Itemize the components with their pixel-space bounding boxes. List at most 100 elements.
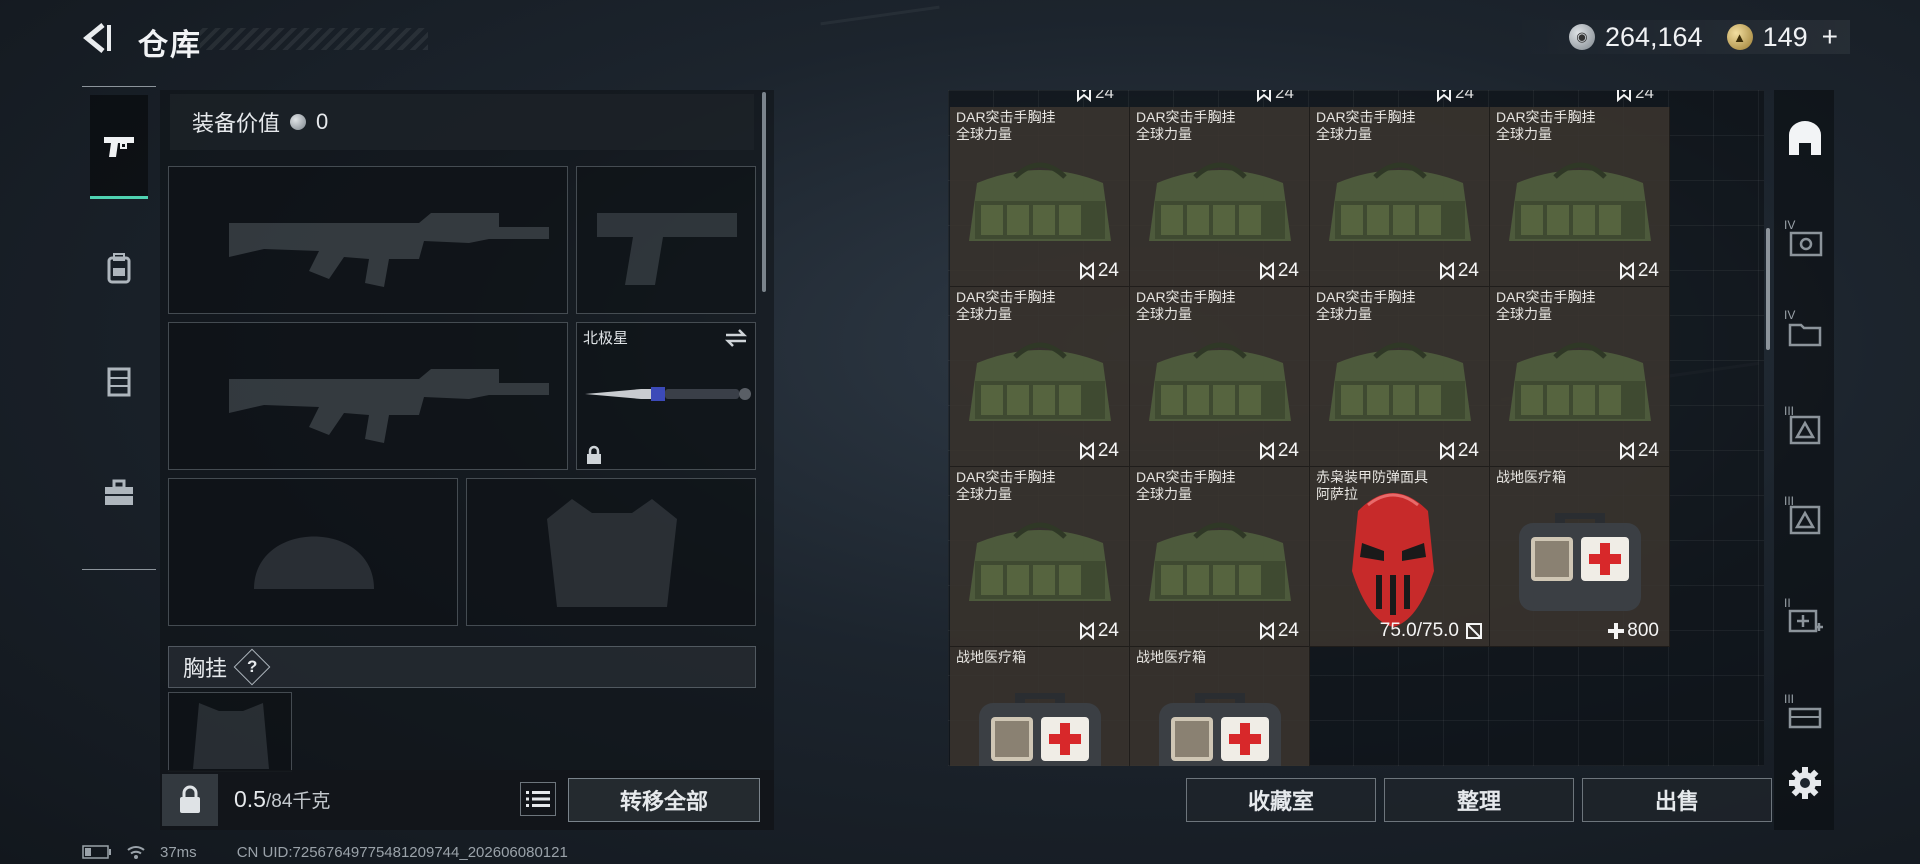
count-value: 24 xyxy=(1635,90,1654,102)
stash-item-bag[interactable]: DAR突击手胸挂 全球力量 24 xyxy=(1130,467,1310,647)
chest-rig-slot[interactable] xyxy=(168,692,292,772)
tab-armor[interactable] xyxy=(90,329,148,433)
sidearm-slot[interactable] xyxy=(576,166,756,314)
item-count: 24 xyxy=(1439,440,1479,462)
item-name: DAR突击手胸挂 全球力量 xyxy=(956,289,1056,322)
help-icon: ? xyxy=(246,656,258,676)
item-count: 24 xyxy=(1439,260,1479,282)
item-name: DAR突击手胸挂 全球力量 xyxy=(1316,109,1416,142)
helmet-slot[interactable] xyxy=(168,478,458,626)
collection-room-button[interactable]: 收藏室 xyxy=(1186,778,1376,822)
stack-count-icon xyxy=(1439,262,1454,280)
stash-item-medkit[interactable]: 战地医疗箱 800 xyxy=(1490,467,1670,647)
stack-count-icon xyxy=(1619,262,1634,280)
rifle-silhouette-icon xyxy=(229,369,549,443)
item-name: DAR突击手胸挂 全球力量 xyxy=(1136,469,1236,502)
melee-item-name: 北极星 xyxy=(583,330,629,347)
chest-rig-section-header: 胸挂 ? xyxy=(168,646,756,688)
add-currency-button[interactable]: + xyxy=(1822,21,1838,53)
tab-backpack[interactable] xyxy=(90,217,148,321)
stash-item-medkit[interactable]: 战地医疗箱 xyxy=(1130,647,1310,766)
plus-icon xyxy=(1608,623,1625,639)
right-rail: IV IV III III II III xyxy=(1774,90,1834,830)
duffel-bag-icon xyxy=(969,342,1111,421)
stack-count-icon xyxy=(1079,622,1094,640)
stash-item-mask[interactable]: 赤枭装甲防弹面具 阿萨拉 75.0/75.0 xyxy=(1310,467,1490,647)
stash-item-bag[interactable]: DAR突击手胸挂 全球力量 24 xyxy=(1310,287,1490,467)
top-bar: 仓库 ◉ 264,164 ▲ 149 + xyxy=(0,0,1920,80)
chest-rig-icon xyxy=(107,367,131,397)
item-name: 战地医疗箱 xyxy=(1136,649,1206,665)
melee-slot[interactable]: 北极星 xyxy=(576,322,756,470)
stack-count-icon xyxy=(1259,442,1274,460)
help-button[interactable]: ? xyxy=(233,648,271,686)
duffel-bag-icon xyxy=(1329,162,1471,241)
silver-coin-icon xyxy=(290,114,307,130)
stash-home-button[interactable] xyxy=(1784,118,1826,160)
duffel-bag-icon xyxy=(1149,162,1291,241)
settings-button[interactable] xyxy=(1784,762,1826,804)
stash-item-bag[interactable]: DAR突击手胸挂 全球力量 24 xyxy=(1130,107,1310,287)
body-armor-slot[interactable] xyxy=(466,478,756,626)
stash-item-bag[interactable]: DAR突击手胸挂 全球力量 24 xyxy=(1130,287,1310,467)
equipment-value-label: 装备价值 xyxy=(192,111,281,136)
item-name: DAR突击手胸挂 全球力量 xyxy=(956,109,1056,142)
tier-label: IV xyxy=(1784,308,1796,322)
equipment-value-row: 装备价值 0 xyxy=(170,94,754,150)
knife-icon xyxy=(585,387,751,401)
stash-item-medkit[interactable]: 战地医疗箱 xyxy=(950,647,1130,766)
item-count: 24 xyxy=(1079,620,1119,642)
warehouse-icon xyxy=(1789,121,1821,155)
stack-count-icon xyxy=(1617,90,1631,102)
helmet-silhouette-icon xyxy=(254,536,374,589)
stack-count-icon xyxy=(1259,622,1274,640)
backpack-icon xyxy=(107,253,131,284)
rifle-silhouette-icon xyxy=(229,213,549,287)
stash-item-bag[interactable]: DAR突击手胸挂 全球力量 24 xyxy=(1490,287,1670,467)
capacity-lock-button[interactable] xyxy=(162,774,218,826)
tab-toolbox[interactable] xyxy=(90,441,148,545)
count-value: 24 xyxy=(1095,90,1114,102)
item-count: 24 xyxy=(1259,620,1299,642)
item-count: 24 xyxy=(1619,440,1659,462)
medical-case-icon xyxy=(1788,609,1823,633)
equipment-value: 0 xyxy=(316,109,329,134)
bag-lock-icon xyxy=(180,785,200,813)
sell-button[interactable]: 出售 xyxy=(1582,778,1772,822)
stash-item-bag[interactable]: DAR突击手胸挂 全球力量 24 xyxy=(950,467,1130,647)
medkit-icon xyxy=(979,693,1101,766)
back-button[interactable] xyxy=(78,18,118,58)
secondary-weapon-slot[interactable] xyxy=(168,322,568,470)
item-name: 战地医疗箱 xyxy=(956,649,1026,665)
item-name: 战地医疗箱 xyxy=(1496,469,1566,485)
silver-coin-icon: ◉ xyxy=(1568,24,1595,50)
partial-item-count: 24 xyxy=(1616,90,1654,102)
item-name: DAR突击手胸挂 全球力量 xyxy=(1316,289,1416,322)
stash-item-bag[interactable]: DAR突击手胸挂 全球力量 24 xyxy=(950,287,1130,467)
stash-panel: 24 24 24 24 DAR突击手胸挂 全球力量 24 DAR突击手胸挂 全球力量 24 DAR突… xyxy=(948,90,1764,766)
stash-item-bag[interactable]: DAR突击手胸挂 全球力量 24 xyxy=(1490,107,1670,287)
page-title: 仓库 xyxy=(138,29,202,62)
swap-icon[interactable] xyxy=(723,327,749,349)
tier-label: II xyxy=(1784,596,1791,610)
stash-scrollbar[interactable] xyxy=(1766,228,1770,350)
item-heal-value: 800 xyxy=(1608,620,1659,642)
primary-weapon-slot[interactable] xyxy=(168,166,568,314)
duffel-bag-icon xyxy=(969,522,1111,601)
loadout-scrollbar[interactable] xyxy=(762,92,766,292)
stack-count-icon xyxy=(1079,442,1094,460)
sort-button[interactable]: 整理 xyxy=(1384,778,1574,822)
stash-item-bag[interactable]: DAR突击手胸挂 全球力量 24 xyxy=(950,107,1130,287)
stash-item-bag[interactable]: DAR突击手胸挂 全球力量 24 xyxy=(1310,107,1490,287)
vest-silhouette-icon xyxy=(547,499,677,607)
item-name: DAR突击手胸挂 全球力量 xyxy=(1496,289,1596,322)
list-view-button[interactable] xyxy=(520,782,556,816)
partial-item-count: 24 xyxy=(1076,90,1114,102)
medkit-icon xyxy=(1159,693,1281,766)
user-uid: CN UID:7256764977548120​9744_20260608012… xyxy=(236,843,568,861)
count-value: 24 xyxy=(1455,90,1474,102)
transfer-all-button[interactable]: 转移全部 xyxy=(568,778,760,822)
currency-bar: ◉ 264,164 ▲ 149 + xyxy=(1508,20,1850,54)
stack-count-icon xyxy=(1077,90,1091,102)
tab-weapons[interactable] xyxy=(90,95,148,199)
